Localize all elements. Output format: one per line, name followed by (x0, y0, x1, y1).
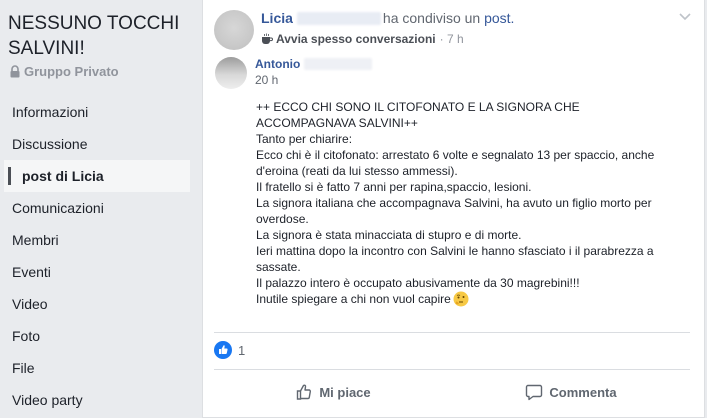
nav-item-label: Comunicazioni (12, 200, 104, 216)
nav-item-post-di-licia[interactable]: post di Licia (4, 160, 190, 192)
nav-item-informazioni[interactable]: Informazioni (4, 96, 190, 128)
post-timestamp[interactable]: · 7 h (440, 32, 464, 46)
post-body-line: La signora è stata minacciata di stupro … (256, 228, 522, 242)
shared-post-card: Licia ha condiviso un post. Avvia spesso… (202, 0, 705, 418)
original-post-timestamp[interactable]: 20 h (255, 73, 278, 87)
nav-item-file[interactable]: File (4, 352, 190, 384)
original-author-avatar[interactable] (215, 57, 247, 89)
post-body-line: Il palazzo intero è occupato abusivament… (256, 276, 580, 290)
chevron-down-icon[interactable] (678, 9, 692, 23)
nav-item-video-party[interactable]: Video party (4, 384, 190, 416)
nav-item-discussione[interactable]: Discussione (4, 128, 190, 160)
redacted-surname (296, 11, 381, 25)
nav-item-comunicazioni[interactable]: Comunicazioni (4, 192, 190, 224)
reaction-summary[interactable]: 1 (214, 341, 245, 359)
nav-item-label: post di Licia (22, 168, 104, 184)
nav-item-foto[interactable]: Foto (4, 320, 190, 352)
nav-item-label: Membri (12, 232, 59, 248)
group-privacy-label: Gruppo Privato (9, 64, 119, 79)
post-body-line: Ecco chi è il citofonato: arrestato 6 vo… (256, 148, 655, 178)
shared-post-link[interactable]: post. (484, 10, 514, 26)
post-body-line: Il fratello si è fatto 7 anni per rapina… (256, 180, 532, 194)
redacted-surname (304, 58, 373, 70)
reaction-count: 1 (238, 342, 246, 358)
nav-item-label: File (12, 360, 35, 376)
group-nav: Informazioni Discussione post di Licia C… (4, 96, 190, 416)
divider (214, 332, 690, 333)
nav-item-label: Informazioni (12, 104, 89, 120)
like-reaction-icon (214, 341, 232, 359)
original-post-header: Antonio (255, 57, 373, 71)
group-sidebar: NESSUNO TOCCHI SALVINI! Gruppo Privato I… (0, 0, 197, 418)
nav-item-video[interactable]: Video (4, 288, 190, 320)
like-button[interactable]: Mi piace (214, 372, 452, 412)
nav-item-label: Eventi (12, 264, 51, 280)
post-body-line: ++ ECCO CHI SONO IL CITOFONATO E LA SIGN… (256, 100, 580, 130)
group-title[interactable]: NESSUNO TOCCHI SALVINI! (8, 11, 193, 61)
thinking-face-emoji (453, 291, 469, 307)
post-body: ++ ECCO CHI SONO IL CITOFONATO E LA SIGN… (256, 99, 676, 307)
post-body-last-line: Inutile spiegare a chi non vuol capire (256, 291, 676, 307)
post-body-line: La signora italiana che accompagnava Sal… (256, 196, 652, 226)
avatar[interactable] (214, 10, 254, 50)
post-body-line: Inutile spiegare a chi non vuol capire (256, 292, 451, 306)
post-body-line: Ieri mattina dopo la incontro con Salvin… (256, 244, 654, 274)
lock-icon (10, 65, 20, 78)
nav-item-label: Foto (12, 328, 41, 344)
divider (214, 369, 690, 370)
post-actions: Mi piace Commenta (214, 372, 690, 412)
post-body-line: Tanto per chiarire: (256, 132, 353, 146)
thumbs-up-icon (297, 384, 312, 400)
post-meta: Avvia spesso conversazioni · 7 h (261, 32, 464, 46)
group-privacy-text: Gruppo Privato (24, 64, 119, 79)
nav-item-label: Video party (12, 392, 83, 408)
comment-button[interactable]: Commenta (452, 372, 690, 412)
comment-bubble-icon (526, 384, 543, 401)
post-header: Licia ha condiviso un post. (261, 10, 514, 26)
nav-item-label: Video (12, 296, 48, 312)
nav-item-label: Discussione (12, 136, 88, 152)
author-name[interactable]: Licia (261, 10, 293, 26)
like-button-label: Mi piace (319, 384, 371, 400)
coffee-cup-icon (262, 33, 273, 44)
conversation-starter-badge[interactable]: Avvia spesso conversazioni (276, 32, 436, 46)
comment-button-label: Commenta (549, 384, 617, 400)
nav-item-eventi[interactable]: Eventi (4, 256, 190, 288)
original-author-name[interactable]: Antonio (255, 57, 300, 71)
shared-text: ha condiviso un (382, 10, 481, 26)
nav-item-membri[interactable]: Membri (4, 224, 190, 256)
